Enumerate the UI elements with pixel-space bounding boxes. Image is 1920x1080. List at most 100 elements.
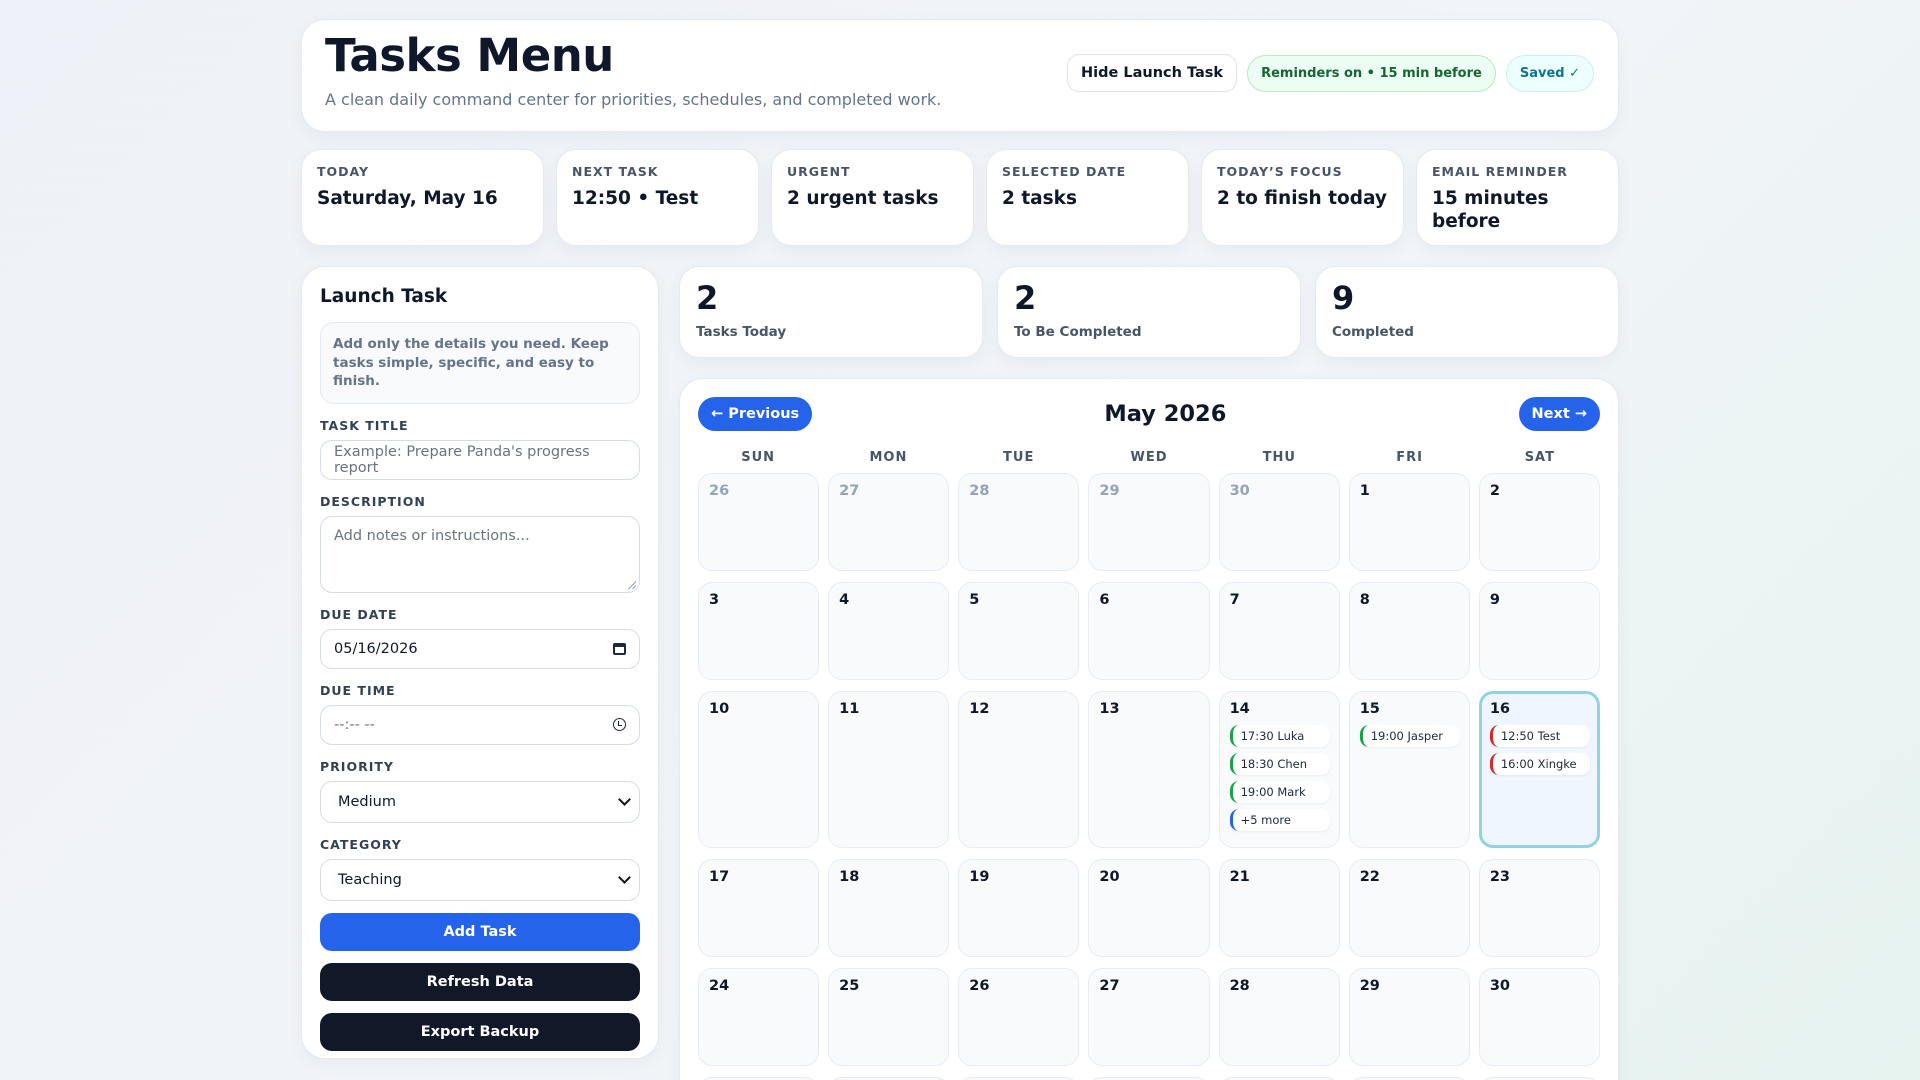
day-number: 13 [1099, 701, 1120, 717]
calendar-day[interactable]: 4 [828, 582, 950, 680]
stat-urgent: URGENT 2 urgent tasks [771, 149, 974, 246]
header-text: Tasks Menu A clean daily command center … [325, 33, 941, 109]
calendar-day[interactable]: 27 [1088, 968, 1210, 1066]
category-select[interactable]: Teaching [320, 858, 640, 901]
metric-caption: Tasks Today [696, 324, 787, 340]
calendar-day[interactable]: 24 [698, 968, 820, 1066]
calendar-day[interactable]: 17 [698, 859, 820, 957]
calendar-day[interactable]: 5 [958, 582, 1080, 680]
stat-value: 2 tasks [1002, 188, 1077, 209]
day-number: 19 [969, 869, 990, 885]
header: Tasks Menu A clean daily command center … [301, 19, 1619, 132]
event-chip[interactable]: 17:30 Luka [1229, 725, 1330, 747]
stat-todays-focus: TODAY’S FOCUS 2 to finish today [1201, 149, 1404, 246]
calendar-day[interactable]: 19 [958, 859, 1080, 957]
category-value: Teaching [338, 871, 402, 888]
right-column: 2 Tasks Today 2 To Be Completed 9 Comple… [679, 266, 1619, 1080]
day-number: 6 [1099, 592, 1110, 608]
due-time-label: DUE TIME [320, 682, 396, 698]
calendar-day[interactable]: 1 [1348, 473, 1470, 571]
calendar-icon[interactable] [613, 642, 626, 655]
event-chip[interactable]: 19:00 Jasper [1359, 725, 1460, 747]
calendar-day[interactable]: 10 [698, 691, 820, 848]
calendar-day[interactable]: 29 [1348, 968, 1470, 1066]
calendar-day[interactable]: 30 [1218, 473, 1340, 571]
calendar: ← Previous May 2026 Next → SUN MON TUE WED T… [679, 378, 1619, 1080]
calendar-day[interactable]: 15 19:00 Jasper [1348, 691, 1470, 848]
day-number: 4 [839, 592, 850, 608]
calendar-day[interactable]: 14 17:30 Luka 18:30 Chen 19:00 Mark +5 more [1218, 691, 1340, 848]
export-backup-button[interactable]: Export Backup [320, 1012, 640, 1051]
calendar-day[interactable]: 26 [698, 473, 820, 571]
due-time-value: --:-- -- [334, 716, 375, 733]
hide-launch-task-button[interactable]: Hide Launch Task [1066, 54, 1238, 92]
day-number: 30 [1489, 978, 1511, 994]
calendar-day[interactable]: 18 [828, 859, 950, 957]
weekday-header: SUN MON TUE WED THU FRI SAT [698, 450, 1600, 465]
refresh-data-button[interactable]: Refresh Data [320, 962, 640, 1001]
stat-value: 15 minutes before [1432, 188, 1549, 233]
metric-caption: To Be Completed [1014, 324, 1142, 340]
day-number: 27 [839, 483, 860, 499]
calendar-day[interactable]: 3 [698, 582, 820, 680]
calendar-day[interactable]: 22 [1348, 859, 1470, 957]
task-title-input[interactable]: Example: Prepare Panda's progress report [320, 439, 640, 480]
calendar-day[interactable]: 27 [828, 473, 950, 571]
previous-month-button[interactable]: ← Previous [698, 396, 813, 431]
resize-grip-icon[interactable] [628, 580, 636, 589]
calendar-day[interactable]: 6 [1088, 582, 1210, 680]
calendar-day[interactable]: 13 [1088, 691, 1210, 848]
day-number: 29 [1099, 483, 1120, 499]
calendar-day[interactable]: 12 [958, 691, 1080, 848]
calendar-day[interactable]: 9 [1478, 582, 1600, 680]
day-number: 21 [1229, 869, 1250, 885]
metric-completed: 9 Completed [1315, 266, 1619, 358]
day-number: 3 [709, 592, 720, 608]
weekday-label: SAT [1524, 450, 1555, 465]
weekday-label: FRI [1396, 450, 1423, 465]
add-task-button[interactable]: Add Task [320, 912, 640, 951]
calendar-day[interactable]: 21 [1218, 859, 1340, 957]
calendar-day[interactable]: 2 [1478, 473, 1600, 571]
page-title: Tasks Menu [325, 28, 614, 82]
more-events-chip[interactable]: +5 more [1229, 809, 1330, 831]
calendar-day[interactable]: 25 [828, 968, 950, 1066]
calendar-day[interactable]: 8 [1348, 582, 1470, 680]
day-number: 2 [1489, 483, 1500, 499]
calendar-day[interactable]: 29 [1088, 473, 1210, 571]
calendar-day[interactable]: 11 [828, 691, 950, 848]
event-chip[interactable]: 18:30 Chen [1229, 753, 1330, 775]
calendar-day-selected[interactable]: 16 12:50 Test 16:00 Xingke [1478, 691, 1600, 848]
day-number: 24 [709, 978, 730, 994]
description-label: DESCRIPTION [320, 493, 426, 509]
due-time-input[interactable]: --:-- -- [320, 704, 640, 745]
day-number: 26 [709, 483, 730, 499]
weekday-label: TUE [1003, 450, 1035, 465]
event-chip[interactable]: 19:00 Mark [1229, 781, 1330, 803]
event-chip[interactable]: 16:00 Xingke [1489, 753, 1590, 775]
day-number: 28 [969, 483, 990, 499]
calendar-day[interactable]: 20 [1088, 859, 1210, 957]
description-input[interactable]: Add notes or instructions... [320, 515, 640, 593]
day-number: 5 [969, 592, 980, 608]
main: Launch Task Add only the details you nee… [301, 266, 1619, 1080]
due-date-value: 05/16/2026 [334, 640, 418, 657]
calendar-day[interactable]: 26 [958, 968, 1080, 1066]
priority-select[interactable]: Medium [320, 780, 640, 823]
day-number: 18 [839, 869, 860, 885]
day-number: 17 [709, 869, 730, 885]
calendar-day[interactable]: 28 [958, 473, 1080, 571]
clock-icon[interactable] [613, 718, 626, 732]
metric-value: 2 [696, 279, 719, 317]
calendar-day[interactable]: 23 [1478, 859, 1600, 957]
calendar-day[interactable]: 28 [1218, 968, 1340, 1066]
metrics-row: 2 Tasks Today 2 To Be Completed 9 Comple… [679, 266, 1619, 358]
due-date-input[interactable]: 05/16/2026 [320, 628, 640, 669]
next-month-button[interactable]: Next → [1518, 396, 1600, 431]
calendar-day[interactable]: 7 [1218, 582, 1340, 680]
task-title-placeholder: Example: Prepare Panda's progress report [334, 443, 590, 476]
day-number: 11 [839, 701, 860, 717]
stat-label: TODAY’S FOCUS [1217, 164, 1343, 179]
event-chip[interactable]: 12:50 Test [1489, 725, 1590, 747]
calendar-day[interactable]: 30 [1478, 968, 1600, 1066]
